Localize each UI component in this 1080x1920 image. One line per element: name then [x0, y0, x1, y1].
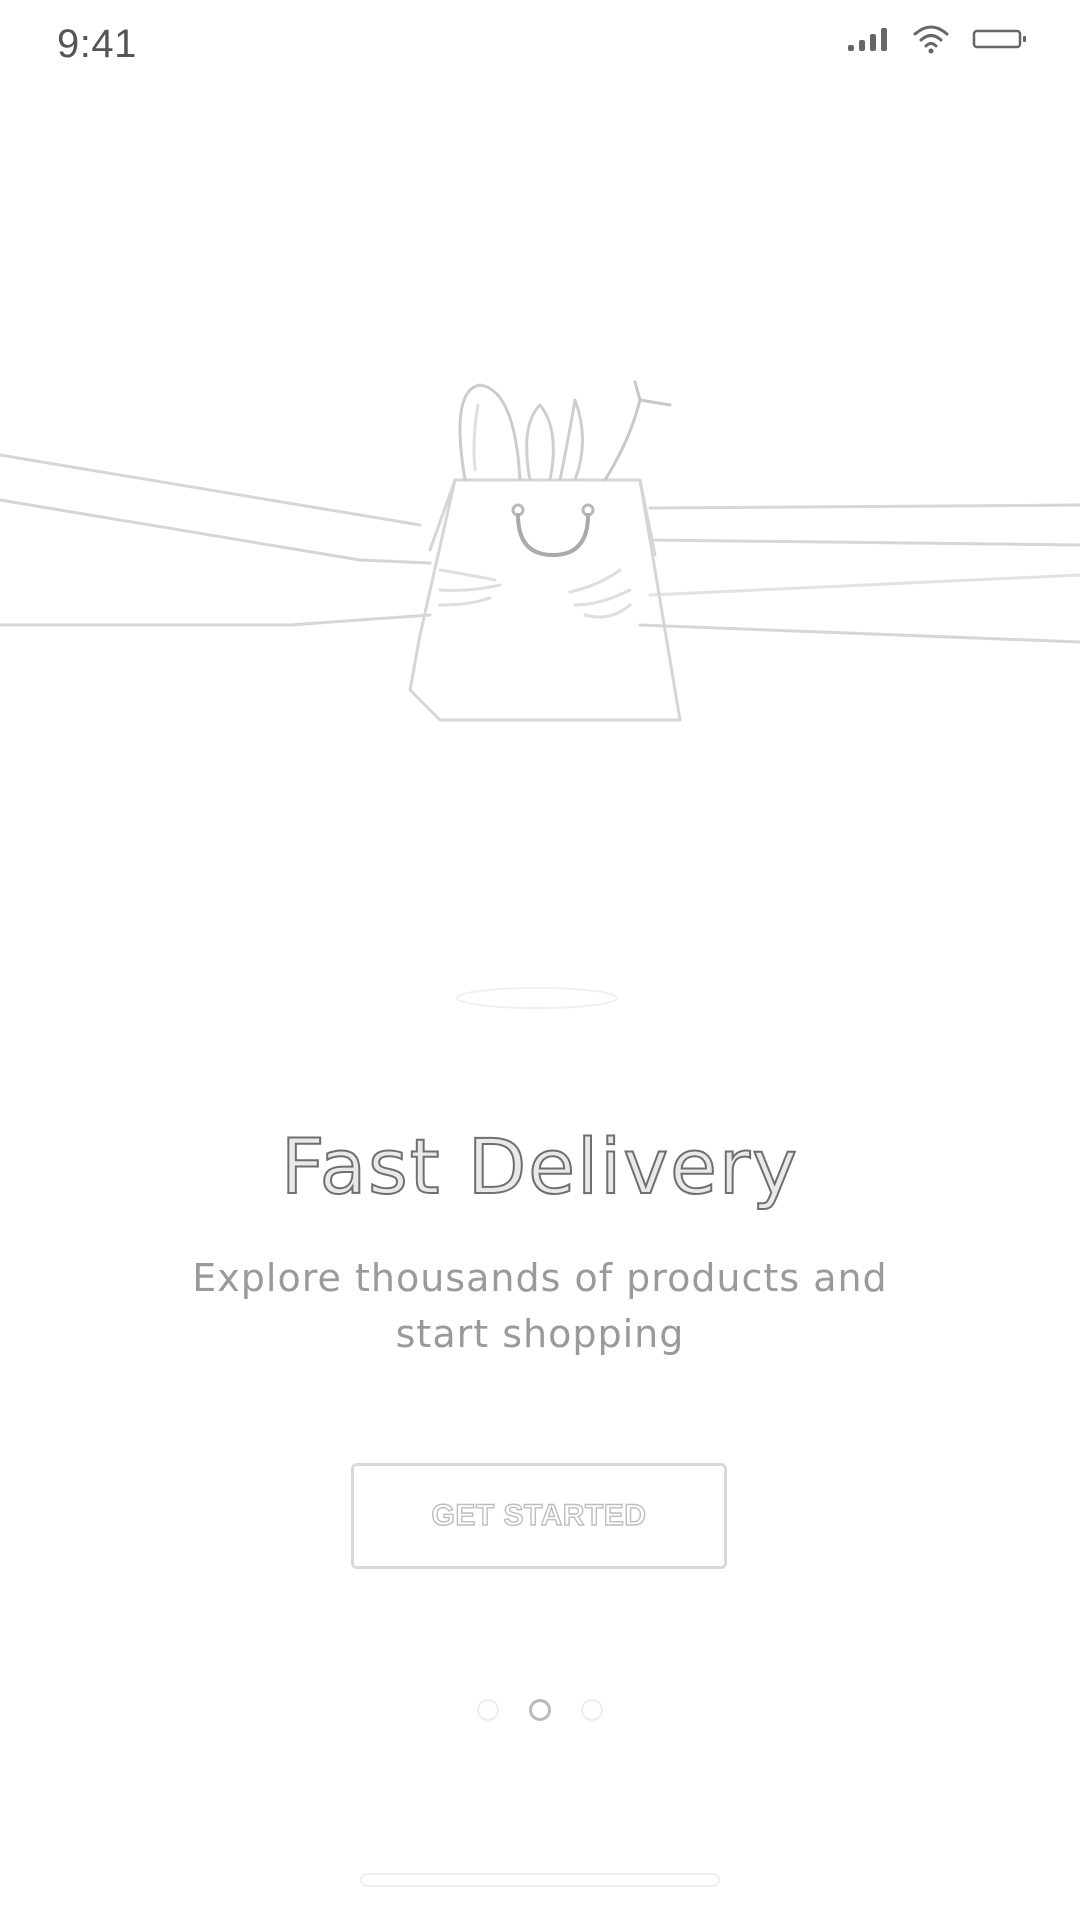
status-bar: 9:41 [0, 0, 1080, 90]
status-time: 9:41 [57, 22, 137, 66]
get-started-label: GET STARTED [431, 1498, 647, 1532]
status-icons [846, 24, 1028, 54]
wifi-icon [913, 25, 949, 54]
get-started-button[interactable]: GET STARTED [351, 1463, 727, 1569]
page-dot-3[interactable] [581, 1699, 603, 1721]
page-indicator [0, 1699, 1080, 1721]
battery-icon [972, 29, 1026, 49]
home-indicator[interactable] [360, 1873, 720, 1887]
onboarding-subtitle: Explore thousands of products and start … [192, 1256, 888, 1356]
onboarding-title: Fast Delivery [280, 1121, 800, 1212]
signal-icon [848, 28, 887, 51]
illustration-shadow [456, 987, 618, 1009]
page-dot-2-active[interactable] [529, 1699, 551, 1721]
shopping-bag-hands-illustration [0, 380, 1080, 722]
page-dot-1[interactable] [477, 1699, 499, 1721]
